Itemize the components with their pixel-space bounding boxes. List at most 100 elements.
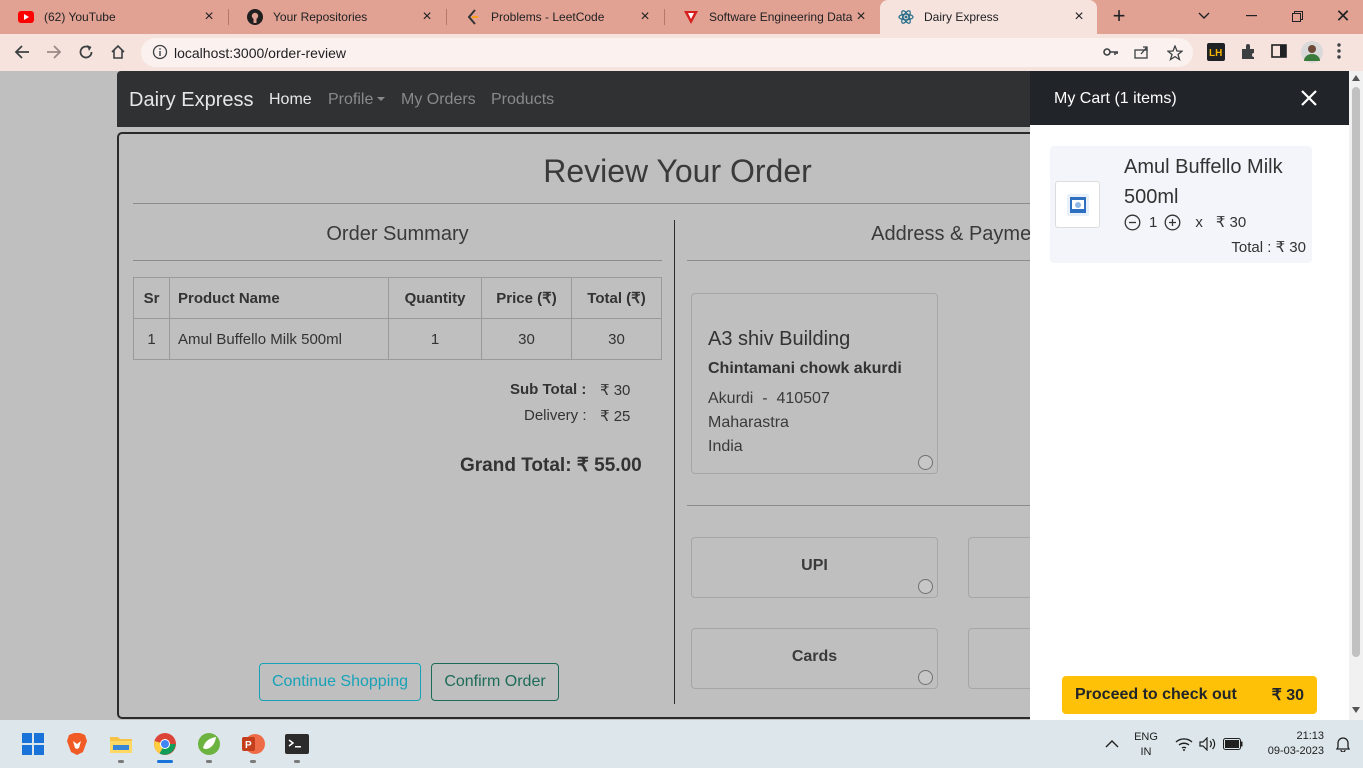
address-option-card[interactable]: A3 shiv Building Chintamani chowk akurdi… <box>691 293 938 474</box>
payment-radio-upi[interactable] <box>918 579 933 594</box>
clock-date: 09-03-2023 <box>1267 745 1324 757</box>
confirm-order-button[interactable]: Confirm Order <box>431 663 559 701</box>
language-indicator[interactable]: ENG IN <box>1131 730 1161 760</box>
battery-icon[interactable] <box>1221 732 1245 756</box>
caret-down-icon <box>377 97 386 101</box>
payment-option-upi[interactable]: UPI <box>691 537 938 598</box>
plus-circle-icon[interactable] <box>1164 214 1181 231</box>
clock-time: 21:13 <box>1296 730 1324 742</box>
close-window-button[interactable]: ✕ <box>1320 0 1363 32</box>
tab-youtube[interactable]: (62) YouTube × <box>0 0 227 34</box>
cart-header: My Cart (1 items) <box>1030 71 1349 125</box>
subtotal-value: ₹ 30 <box>600 382 631 399</box>
brand-logo[interactable]: Dairy Express <box>129 89 253 112</box>
cart-item-name: Amul Buffello Milk 500ml <box>1124 156 1283 208</box>
github-icon <box>247 9 263 25</box>
file-explorer-icon[interactable] <box>109 732 133 756</box>
tab-search-icon[interactable] <box>1181 0 1227 32</box>
profile-avatar[interactable] <box>1301 41 1323 68</box>
volume-icon[interactable] <box>1196 732 1220 756</box>
wifi-icon[interactable] <box>1172 732 1196 756</box>
windows-start-icon[interactable] <box>21 732 45 756</box>
tab-title: Software Engineering Data Fl <box>709 10 853 24</box>
scroll-up-icon[interactable] <box>1352 75 1360 81</box>
tab-github[interactable]: Your Repositories × <box>229 0 445 34</box>
scroll-down-icon[interactable] <box>1352 707 1360 713</box>
order-summary-table: Sr Product Name Quantity Price (₹) Total… <box>133 277 662 360</box>
chrome-icon[interactable] <box>153 732 177 756</box>
lighthouse-extension-icon[interactable]: LH <box>1207 43 1225 66</box>
forward-button[interactable] <box>41 39 67 65</box>
site-info-icon[interactable] <box>152 44 168 65</box>
kebab-menu-icon[interactable] <box>1337 43 1341 64</box>
clock[interactable]: 21:13 09-03-2023 <box>1268 729 1324 759</box>
cell-quantity: 1 <box>388 318 482 360</box>
close-tab-icon[interactable]: × <box>1071 8 1087 25</box>
tab-title: (62) YouTube <box>44 10 116 24</box>
spring-tool-icon[interactable] <box>197 732 221 756</box>
scrollbar-thumb[interactable] <box>1352 87 1360 657</box>
address-line1: A3 shiv Building <box>708 328 851 350</box>
extensions-puzzle-icon[interactable] <box>1239 43 1257 66</box>
brave-browser-icon[interactable] <box>65 732 89 756</box>
nav-my-orders[interactable]: My Orders <box>401 91 476 109</box>
reload-button[interactable] <box>73 39 99 65</box>
windows-taskbar: P ENG IN 21:13 09-03-2023 <box>0 720 1363 768</box>
notification-bell-icon[interactable] <box>1331 732 1355 756</box>
nav-home[interactable]: Home <box>269 91 312 109</box>
continue-shopping-button[interactable]: Continue Shopping <box>259 663 421 701</box>
minimize-button[interactable] <box>1228 0 1274 32</box>
cart-item-total: Total : ₹ 30 <box>1231 239 1306 256</box>
multiply-sign: x <box>1195 213 1203 231</box>
bookmark-star-icon[interactable] <box>1166 44 1184 66</box>
payment-radio-cards[interactable] <box>918 670 933 685</box>
header-price: Price (₹) <box>481 277 572 319</box>
browser-tab-bar: (62) YouTube × Your Repositories × Probl… <box>0 0 1363 34</box>
cart-item: Amul Buffello Milk 500ml 1 x ₹ 30 Total … <box>1050 146 1312 263</box>
address-radio[interactable] <box>918 455 933 470</box>
payment-label-cards: Cards <box>791 648 838 665</box>
divider <box>133 260 662 261</box>
tab-leetcode[interactable]: Problems - LeetCode × <box>447 0 663 34</box>
close-tab-icon[interactable]: × <box>853 8 869 25</box>
minus-circle-icon[interactable] <box>1124 214 1141 231</box>
key-icon[interactable] <box>1103 45 1119 64</box>
nav-products[interactable]: Products <box>491 91 554 109</box>
browser-toolbar: localhost:3000/order-review LH <box>0 34 1363 71</box>
page-scrollbar[interactable] <box>1349 71 1363 720</box>
svg-text:P: P <box>245 740 252 751</box>
terminal-icon[interactable] <box>285 732 309 756</box>
close-tab-icon[interactable]: × <box>637 8 653 25</box>
close-tab-icon[interactable]: × <box>201 8 217 25</box>
cell-total: 30 <box>571 318 662 360</box>
pdf-icon <box>683 9 699 25</box>
payment-label-upi: UPI <box>801 557 828 574</box>
tab-software-engineering[interactable]: Software Engineering Data Fl × <box>665 0 879 34</box>
side-panel-icon[interactable] <box>1271 43 1287 64</box>
payment-option-cards[interactable]: Cards <box>691 628 938 689</box>
close-tab-icon[interactable]: × <box>419 8 435 25</box>
delivery-label: Delivery : <box>524 407 587 424</box>
share-icon[interactable] <box>1134 45 1150 64</box>
tab-title: Dairy Express <box>924 10 999 24</box>
address-bar[interactable]: localhost:3000/order-review <box>141 38 1193 67</box>
product-thumbnail <box>1055 181 1100 228</box>
cart-offcanvas: My Cart (1 items) Amul Buffello Milk 500… <box>1030 71 1349 720</box>
nav-profile-dropdown[interactable]: Profile <box>328 91 386 109</box>
powerpoint-icon[interactable]: P <box>241 732 265 756</box>
tab-dairy-express[interactable]: Dairy Express × <box>880 0 1097 34</box>
grand-total: Grand Total: ₹ 55.00 <box>460 455 642 476</box>
leetcode-icon <box>465 9 481 25</box>
close-icon[interactable] <box>1299 88 1319 108</box>
home-button[interactable] <box>105 39 131 65</box>
cart-item-qty: 1 <box>1149 213 1158 231</box>
back-button[interactable] <box>9 39 35 65</box>
chevron-up-icon[interactable] <box>1100 732 1124 756</box>
proceed-checkout-button[interactable]: Proceed to check out ₹ 30 <box>1062 676 1317 714</box>
header-total: Total (₹) <box>571 277 662 319</box>
new-tab-button[interactable]: + <box>1108 5 1130 28</box>
tab-title: Your Repositories <box>273 10 368 24</box>
react-icon <box>898 9 914 25</box>
restore-button[interactable] <box>1274 0 1320 32</box>
checkout-label: Proceed to check out <box>1075 686 1237 703</box>
